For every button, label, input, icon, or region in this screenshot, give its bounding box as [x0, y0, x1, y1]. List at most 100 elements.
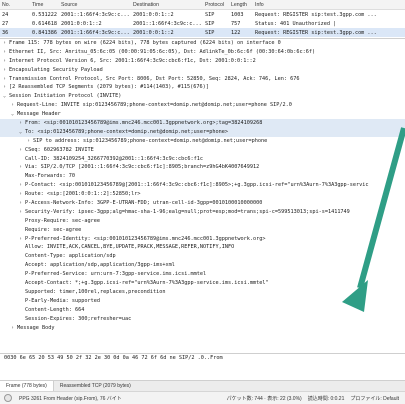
tree-item-label: Content-Length: 664 [25, 306, 85, 313]
tree-item[interactable]: ⌄ To: <sip:0123456789;phone-context=domip… [0, 127, 405, 137]
tree-item-label: Transmission Control Protocol, Src Port:… [9, 75, 300, 82]
packet-details-tree[interactable]: › Frame 115: 778 bytes on wire (6224 bits… [0, 39, 405, 351]
status-load-time: 読込時間: 0:0.21 [307, 395, 345, 402]
packet-row[interactable]: 36 0.841386 2001::1:66f4:3c9c:c... 2001:0:0… [0, 28, 405, 37]
column-header-no[interactable]: No. [0, 2, 30, 8]
status-profile[interactable]: プロファイル: Default [350, 395, 399, 402]
tree-item-label: Accept-Contact: *;+g.3gpp.icsi-ref="urn%… [25, 280, 269, 287]
packet-cell-dst: 2001::1:66f4:3c9c:c... [133, 20, 202, 27]
tree-item[interactable]: › CSeq: 602963782 INVITE [0, 146, 405, 155]
tree-item-label: Security-Verify: ipsec-3gpp;alg=hmac-sha… [25, 208, 350, 215]
column-header-length[interactable]: Length [229, 2, 253, 8]
column-header-info[interactable]: Info [253, 2, 405, 8]
hex-line: 0030 6e 65 20 53 49 50 2f 32 2e 30 0d 0a… [4, 355, 223, 361]
column-header-destination[interactable]: Destination [131, 2, 203, 8]
tree-item-label: Message Body [17, 324, 55, 331]
tree-item-label: Ethernet II, Src: Anritsu_05:6c:05 (00:0… [9, 48, 316, 55]
tree-item[interactable]: › SIP to address: sip:0123456789;phone-co… [0, 137, 405, 146]
tree-item[interactable]: Allow: INVITE,ACK,CANCEL,BYE,UPDATE,PRAC… [0, 243, 405, 252]
tree-item[interactable]: › P-Preferred-Identity: <sip:001010123456… [0, 235, 405, 244]
tab-frame[interactable]: Frame (778 bytes) [0, 381, 54, 391]
tree-item-label: P-Early-Media: supported [25, 297, 100, 304]
tree-item[interactable]: › Internet Protocol Version 6, Src: 2001:… [0, 57, 405, 66]
tree-item[interactable]: › P-Access-Network-Info: 3GPP-E-UTRAN-FDD… [0, 199, 405, 208]
tree-item-label: Internet Protocol Version 6, Src: 2001:1… [9, 57, 256, 64]
column-header-source[interactable]: Source [59, 2, 131, 8]
status-packets: パケット数: 744 · 表示: 22 (3.0%) [226, 395, 302, 402]
status-bar: PPG 3261 From Header (sip.From), 76 バイト … [0, 391, 405, 404]
tab-reassembled-tcp[interactable]: Reassembled TCP (2079 bytes) [54, 381, 137, 391]
tree-item-label: Session-Expires: 300;refresher=uac [25, 315, 132, 322]
tree-item-label: Max-Forwards: 70 [25, 173, 75, 180]
tree-item-label: Session Initiation Protocol (INVITE) [9, 93, 122, 100]
tree-item[interactable]: › Frame 115: 778 bytes on wire (6224 bits… [0, 39, 405, 48]
tree-item[interactable]: › Security-Verify: ipsec-3gpp;alg=hmac-sh… [0, 208, 405, 217]
tree-item[interactable]: ⌄ Session Initiation Protocol (INVITE) [0, 92, 405, 101]
tree-item[interactable]: › Route: <sip:[2001:0:0:1::2]:52850;lr> [0, 190, 405, 199]
tree-item-label: [2 Reassembled TCP Segments (2079 bytes)… [9, 84, 209, 91]
packet-cell-len: 122 [231, 29, 241, 36]
tree-item[interactable]: Max-Forwards: 70 [0, 172, 405, 181]
tree-item[interactable]: ⌄ Message Header [0, 110, 405, 119]
tree-item-label: To: <sip:0123456789;phone-context=domip.… [25, 128, 229, 135]
tree-item-label: Require: sec-agree [25, 226, 82, 233]
tree-item[interactable]: › Transmission Control Protocol, Src Port… [0, 75, 405, 84]
tree-item[interactable]: › Request-Line: INVITE sip:0123456789;pho… [0, 101, 405, 110]
tree-item[interactable]: Require: sec-agree [0, 226, 405, 235]
tree-item[interactable]: Supported: timer,100rel,replaces,precond… [0, 288, 405, 297]
packet-bytes-pane[interactable]: 0030 6e 65 20 53 49 50 2f 32 2e 30 0d 0a… [0, 353, 405, 380]
status-field-info: PPG 3261 From Header (sip.From), 76 バイト [19, 395, 122, 402]
tree-item-label: SIP to address: sip:0123456789;phone-con… [33, 137, 268, 144]
tree-item[interactable]: P-Early-Media: supported [0, 297, 405, 306]
packet-row[interactable]: 27 0.614618 2001:0:0:1::2 2001::1:66f4:3c9c… [0, 19, 405, 28]
packet-cell-no: 36 [2, 29, 9, 36]
packet-cell-proto: SIP [205, 20, 215, 27]
tree-item-label: Allow: INVITE,ACK,CANCEL,BYE,UPDATE,PRAC… [25, 244, 235, 251]
column-header-protocol[interactable]: Protocol [203, 2, 229, 8]
tree-item-label: Message Header [17, 111, 61, 118]
packet-cell-dst: 2001:0:0:1::2 [133, 11, 174, 18]
tree-item[interactable]: Accept: application/sdp,application/3gpp… [0, 261, 405, 270]
packet-row[interactable]: 24 0.531222 2001::1:66f4:3c9c:c... 2001:0:0… [0, 10, 405, 19]
tree-item[interactable]: › Message Body [0, 324, 405, 333]
tree-item[interactable]: › [2 Reassembled TCP Segments (2079 bytes… [0, 83, 405, 92]
tree-item-label: Supported: timer,100rel,replaces,precond… [25, 288, 166, 295]
column-header-time[interactable]: Time [30, 2, 59, 8]
tree-item-label: Accept: application/sdp,application/3gpp… [25, 262, 175, 269]
tree-item[interactable]: Content-Length: 664 [0, 306, 405, 315]
packet-cell-info: Request: REGISTER sip:test.3gpp.com ... [255, 29, 377, 36]
tree-item[interactable]: › From: <sip:001010123456789@ims.mnc246.m… [0, 119, 405, 128]
tree-item[interactable]: Accept-Contact: *;+g.3gpp.icsi-ref="urn%… [0, 279, 405, 288]
expert-info-icon[interactable] [4, 394, 12, 402]
bytes-tabs: Frame (778 bytes) Reassembled TCP (2079 … [0, 380, 405, 391]
tree-item-label: P-Contact: <sip:001010123456789@[2001::1… [25, 182, 369, 189]
packet-list-rows: 24 0.531222 2001::1:66f4:3c9c:c... 2001:0:0… [0, 10, 405, 37]
tree-item-label: Frame 115: 778 bytes on wire (6224 bits)… [9, 40, 281, 46]
packet-cell-dst: 2001:0:0:1::2 [133, 29, 174, 36]
tree-item[interactable]: P-Preferred-Service: urn:urn-7:3gpp-serv… [0, 270, 405, 279]
packet-list-header: No. Time Source Destination Protocol Len… [0, 0, 405, 10]
packet-cell-src: 2001::1:66f4:3c9c:c... [61, 29, 130, 36]
packet-cell-no: 27 [2, 20, 9, 27]
packet-cell-proto: SIP [205, 29, 215, 36]
tree-item[interactable]: › P-Contact: <sip:001010123456789@[2001::… [0, 181, 405, 190]
tree-item-label: Call-ID: 3824109254_3266770392@2001::1:6… [25, 155, 204, 162]
tree-item[interactable]: › Ethernet II, Src: Anritsu_05:6c:05 (00:… [0, 48, 405, 57]
packet-cell-time: 0.531222 [32, 11, 57, 18]
tree-item[interactable]: Session-Expires: 300;refresher=uac [0, 315, 405, 324]
packet-cell-src: 2001::1:66f4:3c9c:c... [61, 11, 130, 18]
tree-item[interactable]: Proxy-Require: sec-agree [0, 217, 405, 226]
packet-cell-len: 1003 [231, 11, 244, 18]
tree-item[interactable]: › Encapsulating Security Payload [0, 66, 405, 75]
tree-item-label: Proxy-Require: sec-agree [25, 217, 100, 224]
packet-cell-time: 0.841386 [32, 29, 57, 36]
tree-item-label: Route: <sip:[2001:0:0:1::2]:52850;lr> [25, 191, 141, 198]
tree-item-label: CSeq: 602963782 INVITE [25, 146, 94, 153]
tree-item-label: Via: SIP/2.0/TCP [2001::1:66f4:3c9c:cbc6… [25, 164, 260, 171]
tree-item[interactable]: Content-Type: application/sdp [0, 252, 405, 261]
tree-item-label: Content-Type: application/sdp [25, 253, 116, 260]
tree-item[interactable]: › Via: SIP/2.0/TCP [2001::1:66f4:3c9c:cbc… [0, 163, 405, 172]
packet-list[interactable]: No. Time Source Destination Protocol Len… [0, 0, 405, 39]
tree-item-label: Request-Line: INVITE sip:0123456789;phon… [17, 102, 292, 109]
tree-item[interactable]: Call-ID: 3824109254_3266770392@2001::1:6… [0, 155, 405, 164]
